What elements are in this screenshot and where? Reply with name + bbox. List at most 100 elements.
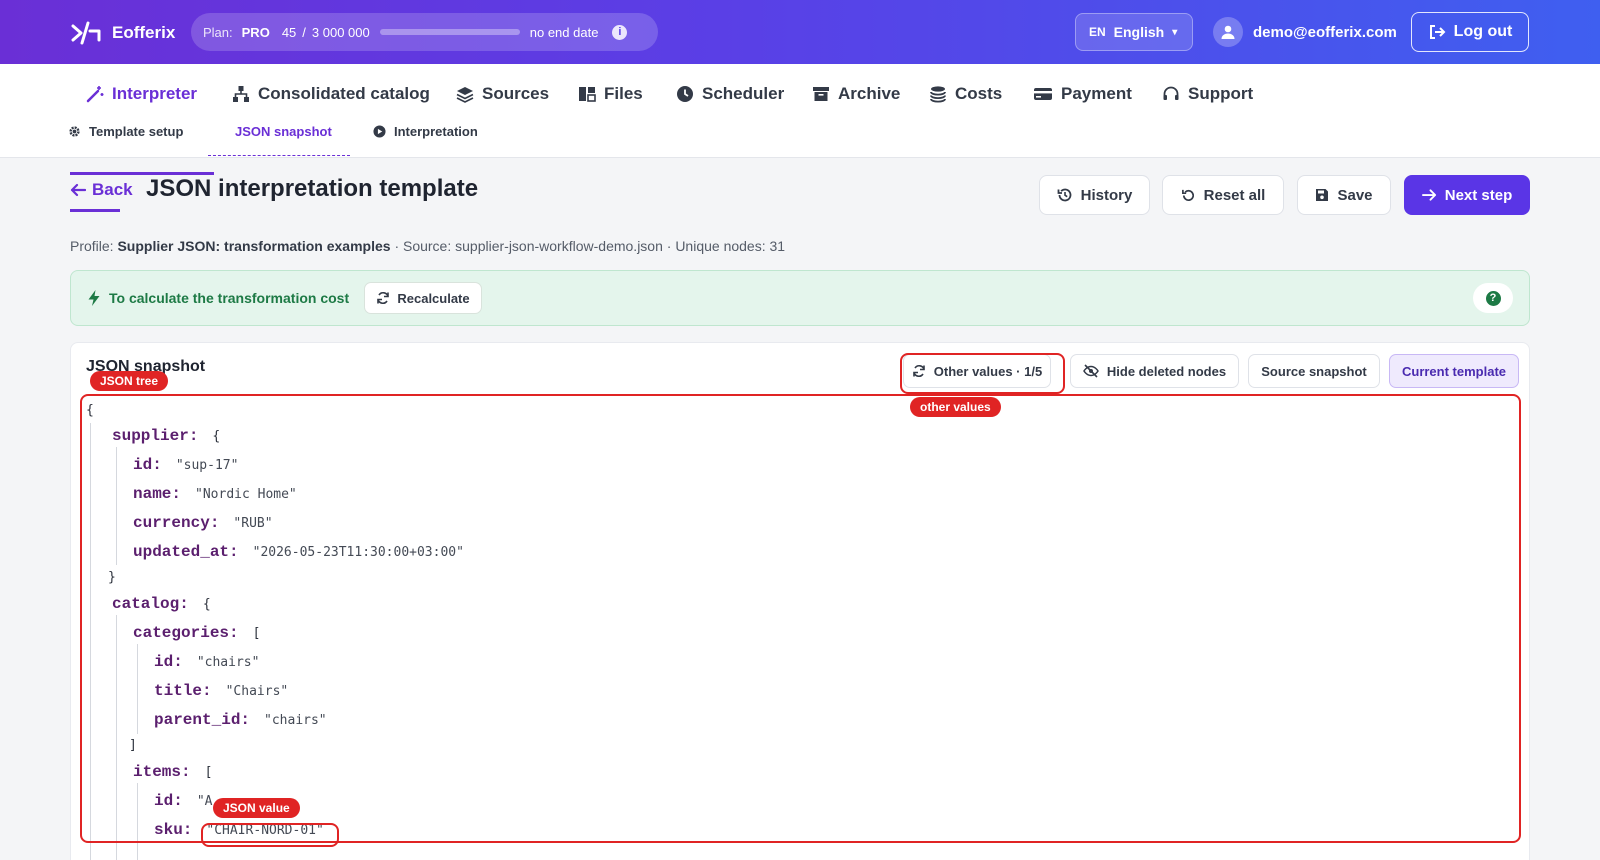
source-snapshot-button[interactable]: Source snapshot [1248, 354, 1380, 388]
card-icon [1034, 88, 1052, 100]
unique-nodes: · Unique nodes: 31 [666, 238, 786, 254]
annotation-json-value-box [201, 823, 339, 847]
subtab-interpretation[interactable]: Interpretation [373, 124, 478, 139]
tab-label: Payment [1061, 84, 1132, 103]
help-button[interactable]: ? [1473, 283, 1513, 313]
cost-banner: To calculate the transformation cost Rec… [70, 270, 1530, 326]
language-name: English [1113, 24, 1165, 40]
logout-icon [1429, 25, 1446, 39]
app-logo[interactable]: Eofferix [70, 20, 175, 46]
plan-label: Plan: [203, 24, 233, 40]
bolt-icon [88, 290, 100, 306]
tab-files[interactable]: Files [578, 76, 643, 112]
back-underline [70, 209, 120, 212]
tab-label: Files [604, 84, 643, 103]
help-icon: ? [1485, 290, 1501, 306]
subtab-label: Template setup [89, 124, 184, 139]
next-step-label: Next step [1444, 186, 1513, 204]
plan-indicator[interactable]: Plan: PRO 45 / 3 000 000 no end date i [191, 13, 658, 51]
tab-scheduler[interactable]: Scheduler [676, 76, 784, 112]
info-icon[interactable]: i [612, 24, 628, 40]
reset-all-button[interactable]: Reset all [1162, 175, 1284, 215]
tab-label: Interpreter [112, 84, 198, 103]
tab-payment[interactable]: Payment [1033, 76, 1132, 112]
next-step-button[interactable]: Next step [1404, 175, 1530, 215]
tab-label: Archive [838, 84, 901, 103]
tab-costs[interactable]: Costs [929, 76, 1002, 112]
annotation-json-tree-box [80, 394, 1521, 843]
annotation-json-value-label: JSON value [213, 798, 300, 818]
hide-deleted-nodes-button[interactable]: Hide deleted nodes [1070, 354, 1239, 388]
tab-sources[interactable]: Sources [456, 76, 549, 112]
sitemap-icon [233, 86, 249, 102]
tab-archive[interactable]: Archive [812, 76, 900, 112]
profile-label: Profile: [70, 238, 114, 254]
plan-end-date: no end date [529, 24, 599, 40]
save-icon [1316, 189, 1329, 201]
undo-icon [1181, 189, 1194, 201]
magic-wand-icon [86, 86, 104, 103]
plan-tier: PRO [241, 24, 270, 40]
history-label: History [1080, 186, 1133, 204]
language-code: EN [1089, 25, 1106, 39]
tab-label: Consolidated catalog [258, 84, 430, 103]
arrow-left-icon [70, 183, 86, 197]
tab-label: Costs [955, 84, 1003, 103]
history-icon [1057, 188, 1072, 202]
history-button[interactable]: History [1039, 175, 1150, 215]
play-circle-icon [373, 125, 386, 138]
files-icon [579, 87, 596, 102]
tab-label: Scheduler [702, 84, 785, 103]
avatar [1213, 17, 1243, 47]
subtab-label: Interpretation [394, 124, 478, 139]
back-link[interactable]: Back [70, 180, 133, 200]
eye-slash-icon [1083, 364, 1099, 378]
plan-limit: 3 000 000 [311, 24, 370, 40]
tab-interpreter[interactable]: Interpreter [86, 76, 197, 112]
clock-icon [677, 86, 693, 102]
annotation-json-tree-label: JSON tree [90, 371, 169, 391]
back-label: Back [92, 180, 133, 199]
user-icon [1221, 25, 1235, 39]
main-nav: Interpreter Consolidated catalog Sources… [0, 64, 1600, 175]
annotation-other-values-label: other values [910, 397, 1001, 417]
chevron-down-icon: ▾ [1172, 26, 1178, 38]
arrow-right-icon [1421, 189, 1436, 201]
top-bar: Eofferix Plan: PRO 45 / 3 000 000 no end… [0, 0, 1600, 64]
headset-icon [1163, 86, 1179, 100]
profile-meta: Profile: Supplier JSON: transformation e… [70, 238, 785, 254]
active-subtab-indicator [208, 155, 350, 156]
profile-name: Supplier JSON: transformation examples [117, 238, 391, 254]
plan-usage: 45 [281, 24, 297, 40]
archive-icon [813, 87, 829, 101]
source-file: · Source: supplier-json-workflow-demo.js… [394, 238, 663, 254]
user-email: demo@eofferix.com [1253, 23, 1397, 41]
layers-icon [456, 87, 474, 103]
save-button[interactable]: Save [1297, 175, 1391, 215]
logo-icon [71, 21, 101, 45]
tab-consolidated-catalog[interactable]: Consolidated catalog [232, 76, 430, 112]
tab-label: Support [1188, 84, 1254, 103]
source-snapshot-label: Source snapshot [1261, 363, 1367, 379]
gear-icon [69, 126, 80, 137]
subtab-json-snapshot[interactable]: JSON snapshot [235, 124, 332, 139]
reset-all-label: Reset all [1203, 186, 1266, 204]
tab-label: Sources [482, 84, 550, 103]
save-label: Save [1337, 186, 1373, 204]
plan-usage-separator: / [302, 24, 306, 40]
logout-button[interactable]: Log out [1411, 12, 1529, 52]
annotation-other-values-box [900, 353, 1065, 394]
current-template-label: Current template [1401, 363, 1507, 379]
logout-label: Log out [1453, 23, 1513, 40]
subtab-template-setup[interactable]: Template setup [68, 124, 183, 139]
plan-usage-bar [379, 29, 520, 35]
language-select[interactable]: EN English ▾ [1075, 13, 1193, 51]
hide-deleted-label: Hide deleted nodes [1106, 363, 1227, 379]
current-template-button[interactable]: Current template [1389, 354, 1519, 388]
app-name: Eofferix [112, 23, 176, 42]
user-menu[interactable]: demo@eofferix.com [1213, 17, 1397, 47]
tab-support[interactable]: Support [1162, 76, 1253, 112]
recalculate-button[interactable]: Recalculate [364, 282, 482, 314]
page-title: JSON interpretation template [146, 175, 479, 202]
refresh-icon [377, 291, 390, 305]
